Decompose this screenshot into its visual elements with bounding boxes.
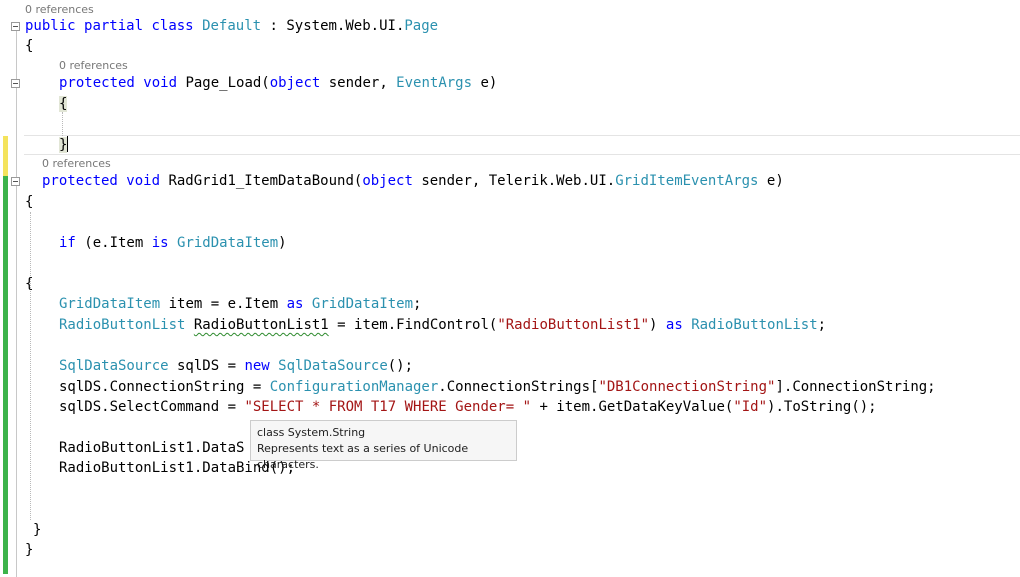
keyword: if: [59, 235, 76, 251]
keyword: void: [143, 75, 178, 91]
code-line-brace: }: [59, 136, 69, 154]
code-text: ): [278, 235, 287, 251]
keyword: is: [151, 235, 169, 251]
keyword: protected: [42, 173, 118, 189]
code-line-brace: {: [25, 38, 34, 54]
type-name: GridItemEventArgs: [615, 173, 759, 189]
type-name: RadioButtonList: [691, 317, 818, 333]
code-text: ).ToString();: [767, 399, 877, 415]
code-line-brace: }: [25, 542, 34, 558]
keyword: new: [244, 358, 270, 374]
collapse-page-load-icon[interactable]: [11, 79, 20, 88]
code-line-findcontrol: RadioButtonList RadioButtonList1 = item.…: [59, 316, 826, 334]
code-text: : System.Web.UI.: [261, 18, 405, 34]
string-literal[interactable]: "SELECT * FROM T17 WHERE Gender= ": [244, 399, 531, 415]
code-line-brace: {: [59, 95, 68, 113]
type-name: SqlDataSource: [278, 358, 388, 374]
itemdatabound-references-codelens[interactable]: 0 references: [42, 157, 111, 170]
code-text: item = e.Item: [160, 296, 287, 312]
code-line-selectcommand: sqlDS.SelectCommand = "SELECT * FROM T17…: [59, 398, 877, 416]
type-name: RadioButtonList: [59, 317, 186, 333]
keyword: class: [151, 18, 194, 34]
code-text: sender,: [320, 75, 397, 91]
code-text: RadGrid1_ItemDataBound(: [160, 173, 363, 189]
code-text: ): [649, 317, 666, 333]
code-text: ].ConnectionString;: [775, 379, 936, 395]
collapse-itemdatabound-icon[interactable]: [11, 177, 20, 186]
code-text: sqlDS.ConnectionString =: [59, 379, 270, 395]
tooltip-description: Represents text as a series of Unicode c…: [257, 442, 469, 471]
itemdatabound-fold-guide: [16, 186, 17, 574]
text-caret: [67, 136, 69, 152]
code-text: + item.GetDataKeyValue(: [531, 399, 734, 415]
type-name: EventArgs: [396, 75, 473, 91]
code-editor[interactable]: 0 references 0 references 0 references p…: [0, 0, 1020, 577]
type-name: SqlDataSource: [59, 358, 169, 374]
saved-changes-marker: [3, 176, 8, 574]
matched-brace: }: [59, 137, 68, 153]
collapse-class-icon[interactable]: [11, 22, 20, 31]
code-text: ;: [413, 296, 422, 312]
current-line-highlight: [24, 135, 1020, 155]
code-line-page-load: protected void Page_Load(object sender, …: [59, 74, 497, 92]
page-load-fold-guide: [16, 89, 17, 155]
code-text: Page_Load(: [177, 75, 270, 91]
code-text: e): [472, 75, 498, 91]
string-literal: "DB1ConnectionString": [598, 379, 776, 395]
type-name: GridDataItem: [311, 296, 414, 312]
code-text: sender, Telerik.Web.UI.: [412, 173, 616, 189]
keyword: as: [286, 296, 304, 312]
code-line-connectionstring: sqlDS.ConnectionString = ConfigurationMa…: [59, 378, 936, 396]
modified-lines-marker: [3, 136, 8, 176]
keyword: object: [269, 75, 321, 91]
type-name: Page: [404, 18, 439, 34]
keyword: partial: [84, 18, 144, 34]
keyword: public: [25, 18, 76, 34]
code-text: sqlDS.SelectCommand =: [59, 399, 245, 415]
keyword: void: [126, 173, 161, 189]
class-references-codelens[interactable]: 0 references: [25, 3, 94, 16]
code-line-if: if (e.Item is GridDataItem): [59, 234, 287, 252]
string-literal: "Id": [733, 399, 768, 415]
quick-info-tooltip: class System.String Represents text as a…: [250, 420, 517, 471]
string-literal: "RadioButtonList1": [497, 317, 650, 333]
code-text: e): [758, 173, 784, 189]
tooltip-title: class System.String: [257, 426, 366, 439]
code-line-brace: {: [25, 276, 34, 292]
code-text: (e.Item: [75, 235, 152, 251]
code-text: sqlDS =: [168, 358, 245, 374]
page-load-references-codelens[interactable]: 0 references: [59, 59, 128, 72]
type-name: GridDataItem: [59, 296, 161, 312]
type-name: Default: [202, 18, 262, 34]
code-text: = item.FindControl(: [328, 317, 498, 333]
code-line-brace: {: [25, 194, 34, 210]
indent-guide: [30, 212, 31, 520]
code-text: ();: [387, 358, 414, 374]
code-line-sqldatasource: SqlDataSource sqlDS = new SqlDataSource(…: [59, 357, 413, 375]
keyword: protected: [59, 75, 135, 91]
code-line-datasource: RadioButtonList1.DataS: [59, 440, 245, 456]
code-line-itemdatabound: protected void RadGrid1_ItemDataBound(ob…: [42, 172, 784, 190]
keyword: as: [665, 317, 683, 333]
type-name: GridDataItem: [177, 235, 279, 251]
type-name: ConfigurationManager: [269, 379, 439, 395]
matched-brace: {: [59, 96, 68, 112]
keyword: object: [362, 173, 413, 189]
code-line-class-declaration: public partial class Default : System.We…: [25, 17, 438, 35]
warning-squiggle-identifier[interactable]: RadioButtonList1: [194, 317, 329, 333]
code-text: ;: [817, 317, 827, 333]
code-line-griddataitem: GridDataItem item = e.Item as GridDataIt…: [59, 295, 421, 313]
code-line-brace: }: [33, 522, 42, 538]
code-text: .ConnectionStrings[: [438, 379, 599, 395]
